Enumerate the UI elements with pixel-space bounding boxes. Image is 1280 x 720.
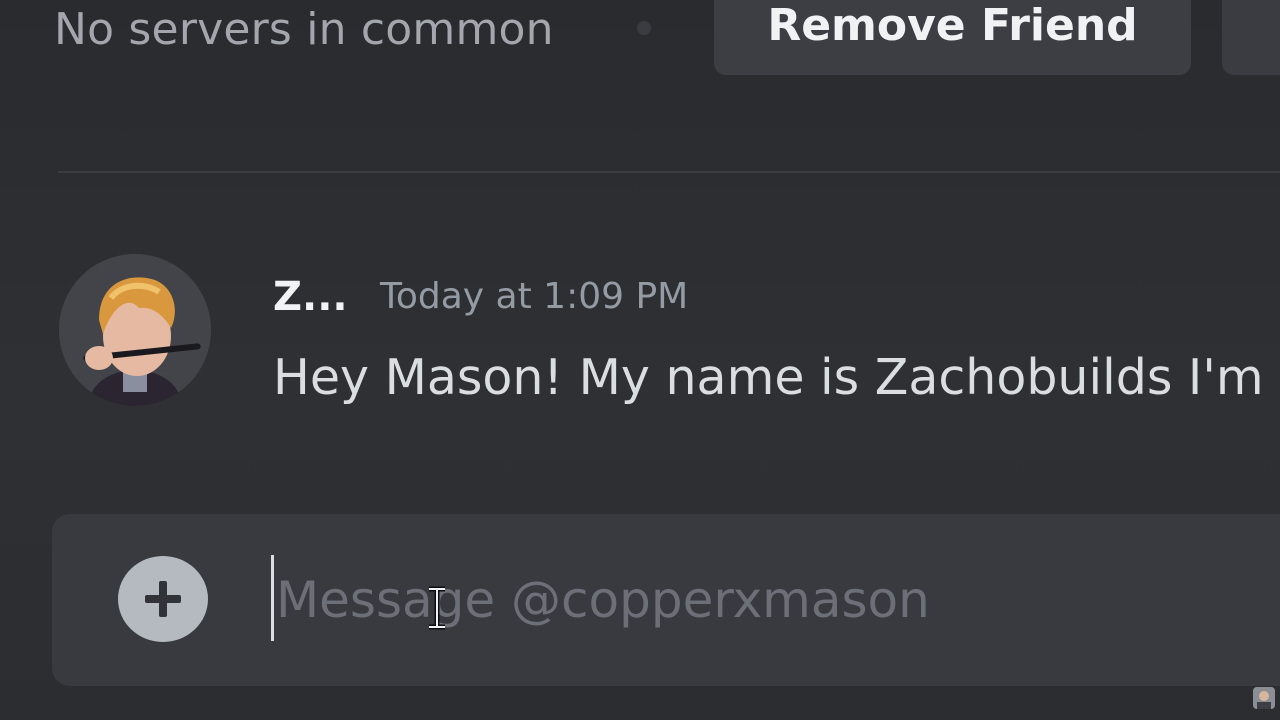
ibeam-cursor-icon [426,586,448,630]
message-content: Hey Mason! My name is Zachobuilds I'm [273,349,1264,406]
separator-dot [637,21,651,35]
message-author-name[interactable]: Z... [273,272,348,322]
plus-circle-icon [145,581,181,617]
more-options-button[interactable] [1222,0,1280,75]
remove-friend-button[interactable]: Remove Friend [714,0,1191,75]
attach-plus-button[interactable] [118,556,208,642]
message-timestamp: Today at 1:09 PM [380,276,689,317]
mutual-servers-text: No servers in common [54,4,554,55]
text-caret [271,555,274,641]
dm-chat-view: No servers in common Remove Friend Z... … [0,0,1280,720]
user-avatar-thumbnail[interactable] [1253,687,1275,709]
message-author-avatar[interactable] [59,254,211,406]
divider [58,171,1280,173]
message-input[interactable] [276,562,1236,638]
